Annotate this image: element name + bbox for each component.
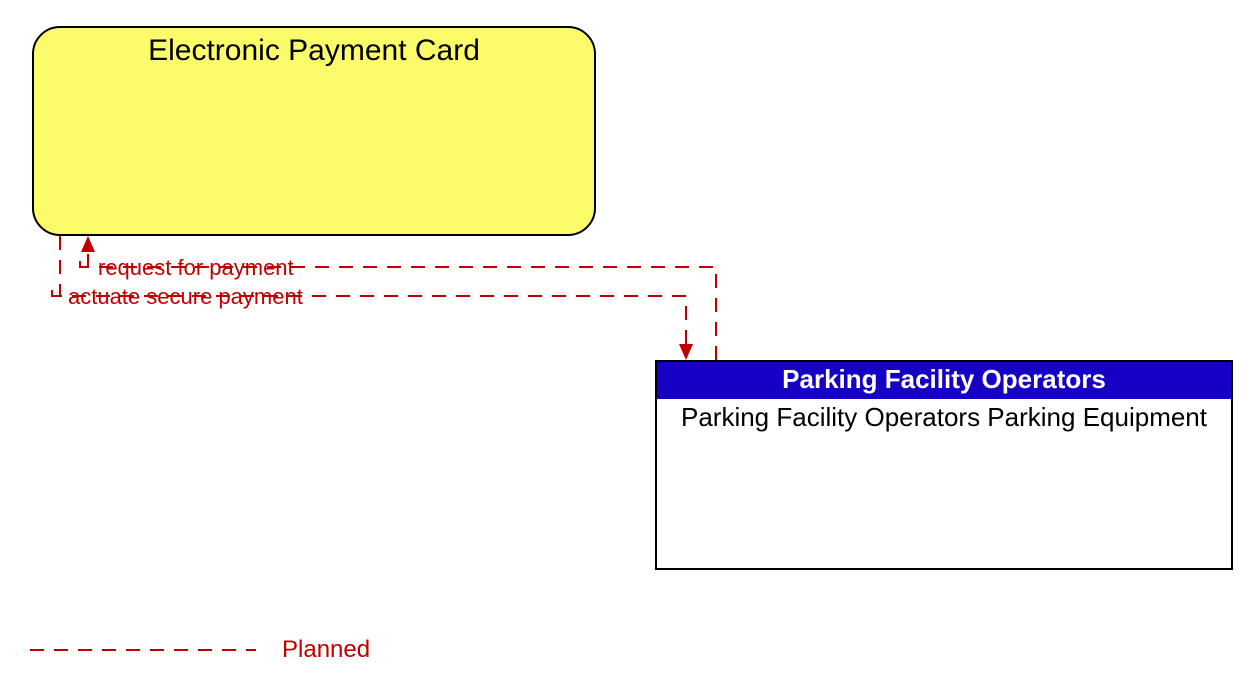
flow-line-request-bracket (80, 259, 88, 267)
diagram-stage: Electronic Payment Card Parking Facility… (0, 0, 1252, 688)
flow-line-actuate-bracket (52, 288, 60, 296)
flow-label-actuate-secure-payment: actuate secure payment (68, 284, 303, 310)
arrowhead-to-pfo (679, 344, 693, 360)
node-pfo-body: Parking Facility Operators Parking Equip… (657, 399, 1231, 437)
node-electronic-payment-card: Electronic Payment Card (32, 26, 596, 236)
legend-label-planned: Planned (282, 636, 370, 664)
node-parking-facility-operators: Parking Facility Operators Parking Facil… (655, 360, 1233, 570)
node-epc-title: Electronic Payment Card (34, 34, 594, 68)
node-pfo-header: Parking Facility Operators (657, 362, 1231, 399)
flow-label-request-for-payment: request for payment (98, 255, 294, 281)
arrowhead-to-epc (81, 236, 95, 252)
